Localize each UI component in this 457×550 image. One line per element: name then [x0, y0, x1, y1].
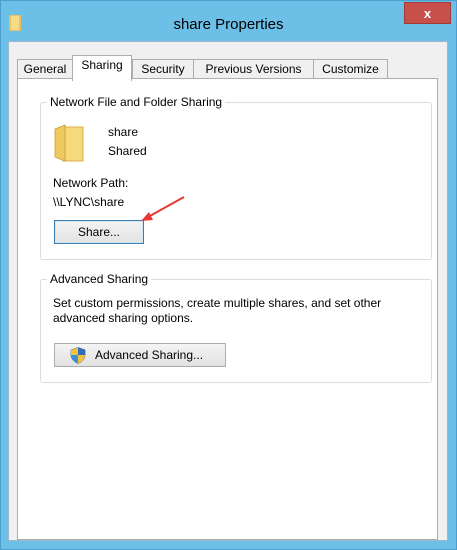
- network-path-label: Network Path:: [53, 176, 129, 190]
- folder-icon: [54, 124, 84, 162]
- close-icon: x: [423, 5, 432, 21]
- network-sharing-group-label: Network File and Folder Sharing: [47, 95, 226, 109]
- advanced-sharing-group-label: Advanced Sharing: [47, 272, 152, 286]
- sharing-tab-panel: Network File and Folder Sharing share Sh…: [17, 78, 438, 540]
- network-sharing-group: Network File and Folder Sharing share Sh…: [40, 95, 432, 260]
- tab-sharing[interactable]: Sharing: [72, 55, 132, 81]
- advanced-sharing-button[interactable]: Advanced Sharing...: [54, 343, 226, 367]
- red-arrow-icon: [141, 196, 185, 221]
- network-path-value: \\LYNC\share: [53, 195, 125, 209]
- folder-share-status: Shared: [108, 144, 147, 158]
- advanced-sharing-description-line1: Set custom permissions, create multiple …: [53, 296, 382, 310]
- share-button[interactable]: Share...: [54, 220, 144, 244]
- tab-customize[interactable]: Customize: [313, 59, 388, 80]
- folder-name: share: [108, 125, 139, 139]
- window-title: share Properties: [173, 16, 284, 33]
- advanced-sharing-group: Advanced Sharing Set custom permissions,…: [40, 272, 432, 383]
- tab-security[interactable]: Security: [132, 59, 194, 80]
- tab-general[interactable]: General: [17, 59, 73, 80]
- tab-previous-versions[interactable]: Previous Versions: [193, 59, 314, 80]
- advanced-sharing-button-label: Advanced Sharing...: [94, 348, 204, 362]
- advanced-sharing-description-line2: advanced sharing options.: [53, 311, 194, 325]
- uac-shield-icon: [70, 347, 86, 364]
- close-button[interactable]: x: [404, 2, 451, 24]
